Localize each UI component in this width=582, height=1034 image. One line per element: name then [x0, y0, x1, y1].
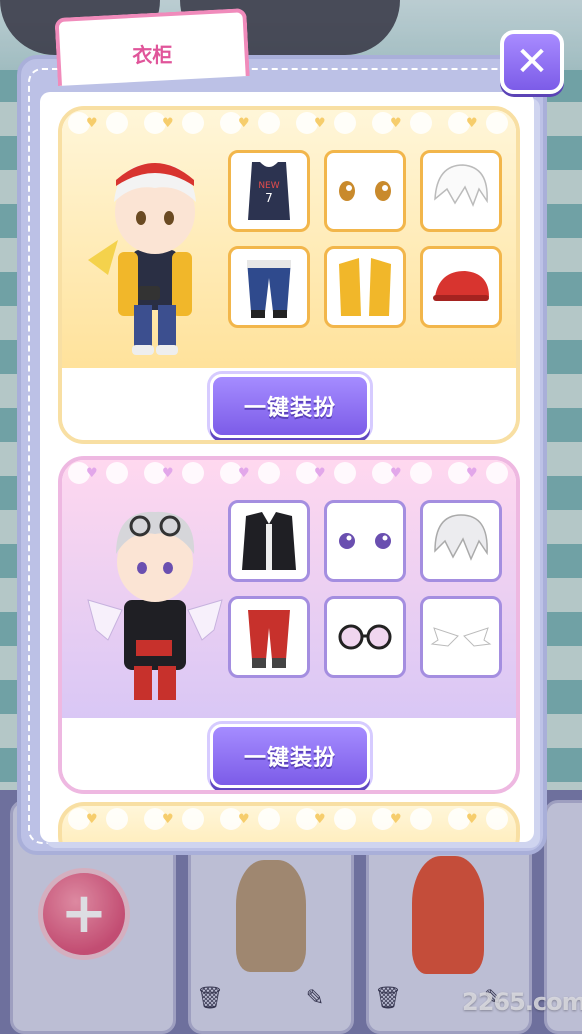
one-click-dress-label: 一键装扮	[243, 396, 336, 421]
item-tile[interactable]	[420, 500, 502, 582]
track-pants-icon	[247, 260, 291, 318]
outfit-card-partial: ♥ ♥ ♥ ♥ ♥ ♥	[58, 802, 520, 842]
item-tile[interactable]	[324, 246, 406, 328]
eyes-icon	[339, 181, 391, 201]
character-avatar	[87, 511, 223, 700]
one-click-dress-button[interactable]: 一键装扮	[210, 724, 370, 788]
item-tile[interactable]	[420, 246, 502, 328]
item-tile[interactable]: NEW 7	[228, 150, 310, 232]
jersey-icon: NEW 7	[248, 162, 290, 220]
item-tile[interactable]	[228, 596, 310, 678]
outfit-card: ♥ ♥ ♥ ♥ ♥ ♥ 一键装扮	[58, 456, 520, 794]
red-pants-icon	[248, 610, 290, 668]
item-tile[interactable]	[324, 596, 406, 678]
outfit-action-area: 一键装扮	[62, 368, 516, 440]
silver-hair-icon	[434, 514, 488, 561]
one-click-dress-button[interactable]: 一键装扮	[210, 374, 370, 438]
item-tile[interactable]	[228, 246, 310, 328]
outfit-list[interactable]: ♥ ♥ ♥ ♥ ♥ ♥ NEW 7 一键装扮 ♥ ♥ ♥ ♥ ♥ ♥ 一键装扮 …	[40, 92, 534, 842]
outfit-action-area: 一键装扮	[62, 718, 516, 790]
red-cap-icon	[433, 271, 489, 301]
white-hair-icon	[434, 164, 488, 207]
item-tile[interactable]	[228, 500, 310, 582]
svg-text:7: 7	[265, 191, 273, 205]
wings-icon	[430, 627, 492, 647]
round-glasses-icon	[338, 624, 392, 650]
close-button[interactable]: ✕	[500, 30, 564, 94]
one-click-dress-label: 一键装扮	[243, 746, 336, 771]
item-tile[interactable]	[420, 150, 502, 232]
close-icon: ✕	[515, 39, 549, 85]
lace-border: ♥ ♥ ♥ ♥ ♥ ♥	[62, 110, 516, 138]
outfit-preview-area: ♥ ♥ ♥ ♥ ♥ ♥	[62, 460, 516, 718]
yellow-jacket-icon	[339, 258, 391, 316]
outfit-preview-area: ♥ ♥ ♥ ♥ ♥ ♥ NEW 7	[62, 110, 516, 368]
item-tile[interactable]	[420, 596, 502, 678]
tab-wardrobe-label: 衣柜	[132, 43, 173, 68]
svg-text:NEW: NEW	[258, 181, 279, 191]
lace-border: ♥ ♥ ♥ ♥ ♥ ♥	[62, 460, 516, 488]
item-tile[interactable]	[324, 150, 406, 232]
item-tile[interactable]	[324, 500, 406, 582]
lace-border: ♥ ♥ ♥ ♥ ♥ ♥	[62, 806, 516, 834]
character-avatar	[88, 163, 196, 355]
purple-eyes-icon	[339, 533, 391, 549]
outfit-card: ♥ ♥ ♥ ♥ ♥ ♥ NEW 7 一键装扮	[58, 106, 520, 444]
tab-wardrobe[interactable]: 衣柜	[54, 8, 250, 87]
black-jacket-icon	[242, 512, 296, 570]
